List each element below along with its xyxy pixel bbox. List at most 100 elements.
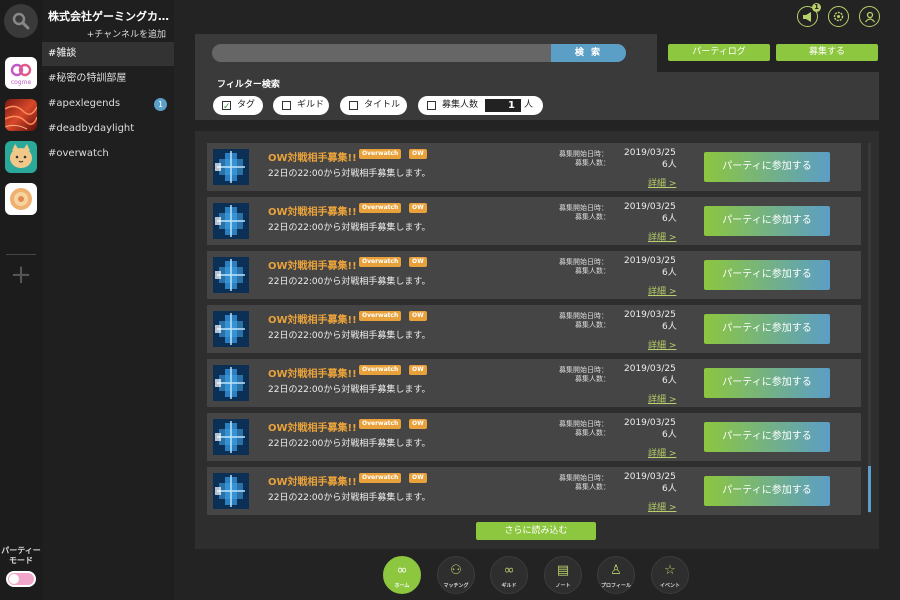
card-title[interactable]: OW対戦相手募集!! [268,473,357,488]
nav-label: イベント [659,583,680,589]
join-party-button[interactable]: パーティに参加する [704,422,830,452]
channel-item[interactable]: #deadbydaylight [42,117,174,141]
join-party-button[interactable]: パーティに参加する [704,260,830,290]
nav-profile[interactable]: ♙ プロフィール [597,556,635,594]
detail-link[interactable]: 詳細 > [648,176,676,189]
join-party-button[interactable]: パーティに参加する [704,314,830,344]
recruitment-card: OW対戦相手募集!! Overwatch OW 22日の22:00から対戦相手募… [207,143,861,191]
server-apex[interactable] [5,99,37,131]
filter-title: フィルター検索 [217,80,280,90]
nav-label: ホーム [394,583,410,589]
chip-label: タイトル [364,100,401,110]
event-icon: ☆ [664,563,676,578]
nav-home[interactable]: ∞ ホーム [383,556,421,594]
tag-badge: OW [409,311,427,321]
recruit-button[interactable]: 募集する [776,44,878,61]
recruitment-card: OW対戦相手募集!! Overwatch OW 22日の22:00から対戦相手募… [207,359,861,407]
channel-item[interactable]: #overwatch [42,142,174,166]
guild-icon: ∞ [503,563,515,578]
detail-link[interactable]: 詳細 > [648,230,676,243]
user-icon [864,11,875,22]
checkbox[interactable] [349,101,358,110]
add-server-icon[interactable]: + [10,262,32,288]
announcement-button[interactable]: 1 [797,3,821,27]
search-button[interactable]: 検 索 [551,44,626,62]
channel-item[interactable]: #雑談 [42,42,174,66]
tag-badge: Overwatch [359,365,402,375]
card-description: 22日の22:00から対戦相手募集します。 [268,223,431,233]
card-title[interactable]: OW対戦相手募集!! [268,419,357,434]
detail-link[interactable]: 詳細 > [648,284,676,297]
search-input[interactable]: 検 索 [212,44,626,62]
filter-chip-people[interactable]: 募集人数 1 人 [418,96,543,115]
detail-link[interactable]: 詳細 > [648,446,676,459]
settings-button[interactable] [828,6,849,27]
apex-server-icon [5,105,37,130]
tag-badge: OW [409,149,427,159]
nav-guild[interactable]: ∞ ギルド [490,556,528,594]
recruitment-card: OW対戦相手募集!! Overwatch OW 22日の22:00から対戦相手募… [207,467,861,515]
card-title[interactable]: OW対戦相手募集!! [268,365,357,380]
cat-server-icon [10,144,32,168]
people-count-value: 6人 [662,484,677,494]
tag-badge: Overwatch [359,257,402,267]
nav-event[interactable]: ☆ イベント [651,556,689,594]
party-mode-label: パーティー モード [1,546,41,565]
filter-chip-guild[interactable]: ギルド [273,96,329,115]
filter-panel: フィルター検索 タグ ギルド タイトル 募集人数 1 人 [195,72,879,120]
party-log-button[interactable]: パーティログ [668,44,770,61]
nav-label: マッチング [443,583,469,589]
people-count-value: 6人 [662,160,677,170]
detail-link[interactable]: 詳細 > [648,500,676,513]
nav-matching[interactable]: ⚇ マッチング [437,556,475,594]
join-party-button[interactable]: パーティに参加する [704,206,830,236]
people-count-value: 6人 [662,268,677,278]
join-party-button[interactable]: パーティに参加する [704,368,830,398]
filter-chip-title[interactable]: タイトル [340,96,407,115]
server-flower[interactable] [5,183,37,215]
channel-sidebar: 株式会社ゲーミングカ… +チャンネルを追加 #雑談 #秘密の特訓部屋 #apex… [42,0,174,600]
channel-item[interactable]: #apexlegends 1 [42,92,174,116]
filter-chip-tag[interactable]: タグ [213,96,263,117]
tag-badge: OW [409,203,427,213]
card-title[interactable]: OW対戦相手募集!! [268,203,357,218]
tag-badge: OW [409,473,427,483]
party-mode-toggle[interactable] [6,571,36,587]
profile-icon: ♙ [610,563,622,578]
scrollbar-thumb[interactable] [868,466,871,512]
checkbox[interactable] [222,98,231,117]
tag-badge: Overwatch [359,311,402,321]
cogme-logo-text: cogme [11,79,32,86]
tag-badge: Overwatch [359,149,402,159]
game-thumbnail [213,149,249,185]
chip-label: タグ [237,100,256,110]
join-party-button[interactable]: パーティに参加する [704,152,830,182]
overwatch-thumbnail-icon [213,311,249,347]
profile-button[interactable] [859,6,880,27]
nav-note[interactable]: ▤ ノート [544,556,582,594]
checkbox[interactable] [427,101,436,110]
search-server-button[interactable] [4,4,38,38]
detail-link[interactable]: 詳細 > [648,338,676,351]
people-count-value: 6人 [662,376,677,386]
detail-link[interactable]: 詳細 > [648,392,676,405]
card-title[interactable]: OW対戦相手募集!! [268,257,357,272]
card-title[interactable]: OW対戦相手募集!! [268,149,357,164]
header-icons: 1 [797,3,880,27]
add-channel-link[interactable]: +チャンネルを追加 [87,27,166,40]
load-more-button[interactable]: さらに読み込む [476,522,596,540]
game-thumbnail [213,257,249,293]
people-count-input[interactable]: 1 [485,99,521,112]
checkbox[interactable] [282,101,291,110]
server-cat[interactable] [5,141,37,173]
channel-item[interactable]: #秘密の特訓部屋 [42,67,174,91]
cogme-logo-icon: cogme [10,63,32,86]
join-party-button[interactable]: パーティに参加する [704,476,830,506]
gear-icon [833,11,844,22]
server-cogme[interactable]: cogme [5,57,37,89]
people-count-label: 募集人数： [575,213,610,221]
scrollbar-track[interactable] [868,143,871,513]
card-title[interactable]: OW対戦相手募集!! [268,311,357,326]
card-description: 22日の22:00から対戦相手募集します。 [268,331,431,341]
matching-icon: ⚇ [450,563,462,578]
